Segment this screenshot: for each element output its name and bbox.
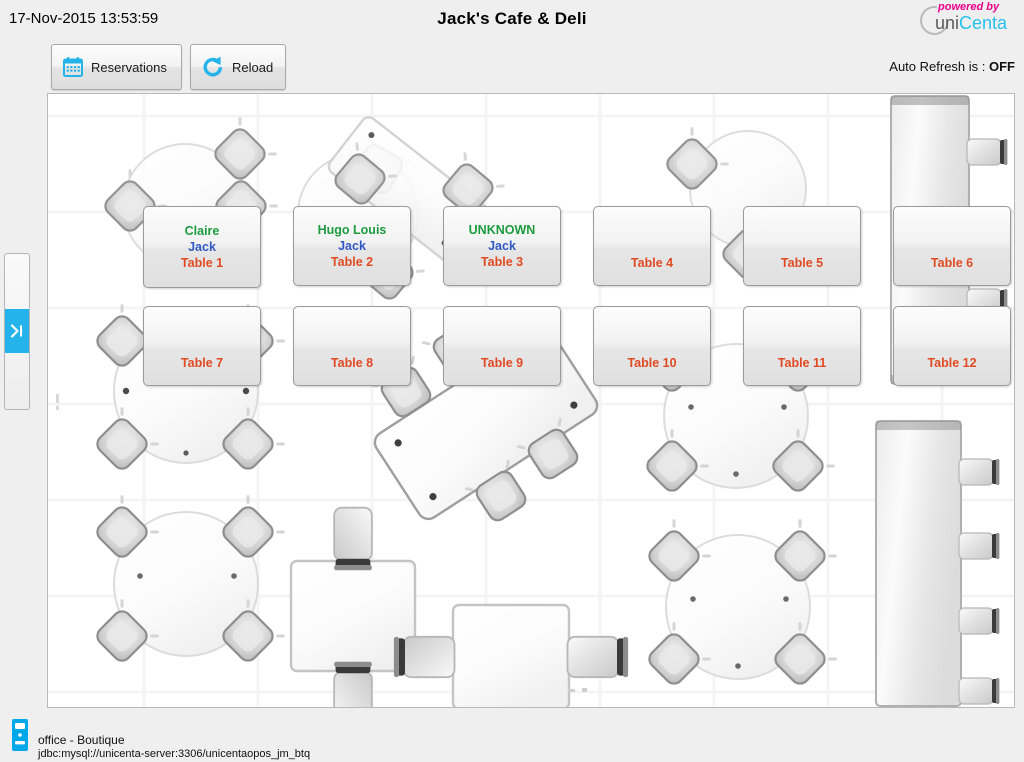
table-customer-name: UNKNOWN (468, 223, 536, 237)
status-bar: office - Boutique jdbc:mysql://unicenta-… (0, 712, 1024, 762)
table-waiter-name: Jack (488, 239, 516, 253)
auto-refresh-prefix: Auto Refresh is : (889, 59, 989, 74)
table-name-label: Table 4 (630, 256, 674, 270)
database-name: office - Boutique (38, 733, 125, 747)
logo-brand-centa: Centa (959, 13, 1008, 33)
table-card[interactable]: Table 4 (593, 206, 711, 286)
logo-powered-by-text: powered by (938, 1, 1000, 13)
table-name-label: Table 11 (777, 356, 827, 370)
sidebar-splitter[interactable] (4, 253, 30, 410)
table-name-label: Table 10 (627, 356, 677, 370)
page-title: Jack's Cafe & Deli (437, 9, 587, 28)
table-name-label: Table 8 (330, 356, 374, 370)
table-name-label: Table 7 (180, 356, 224, 370)
table-customer-name: Claire (184, 224, 220, 238)
table-name-label: Table 9 (480, 356, 524, 370)
floorplan-background-image (48, 94, 1014, 707)
table-waiter-name: Jack (188, 240, 216, 254)
logo-brand-text: uniCenta (935, 13, 1007, 34)
table-card[interactable]: Table 8 (293, 306, 411, 386)
table-name-label: Table 3 (480, 255, 524, 269)
table-customer-name: Hugo Louis (317, 223, 387, 237)
auto-refresh-value: OFF (989, 59, 1015, 74)
auto-refresh-status: Auto Refresh is : OFF (889, 59, 1015, 74)
database-icon (12, 719, 28, 751)
reload-button[interactable]: Reload (190, 44, 286, 90)
toolbar: Reservations Reload Auto Refresh is : OF… (0, 42, 1024, 92)
table-name-label: Table 1 (180, 256, 224, 270)
table-name-label: Table 12 (927, 356, 977, 370)
database-url: jdbc:mysql://unicenta-server:3306/unicen… (38, 748, 311, 760)
table-name-label: Table 6 (930, 256, 974, 270)
header-bar: 17-Nov-2015 13:53:59 Jack's Cafe & Deli … (0, 0, 1024, 41)
table-card[interactable]: Table 5 (743, 206, 861, 286)
reload-button-label: Reload (232, 59, 274, 75)
table-card[interactable]: Table 9 (443, 306, 561, 386)
reservations-button[interactable]: Reservations (51, 44, 182, 90)
table-card[interactable]: Table 6 (893, 206, 1011, 286)
table-name-label: Table 2 (330, 255, 374, 269)
floorplan-panel: Claire Jack Table 1 Hugo Louis Jack Table 2 UN… (47, 93, 1015, 708)
chevron-right-bar-icon (10, 324, 23, 338)
database-info: office - Boutique jdbc:mysql://unicenta-… (38, 733, 310, 761)
table-card[interactable]: Table 12 (893, 306, 1011, 386)
reservations-button-label: Reservations (91, 59, 167, 75)
logo-brand-uni: uni (935, 13, 960, 33)
table-card[interactable]: Table 10 (593, 306, 711, 386)
table-waiter-name: Jack (338, 239, 366, 253)
refresh-icon (203, 56, 223, 77)
table-card[interactable]: Table 7 (143, 306, 261, 386)
table-card[interactable]: UNKNOWN Jack Table 3 (443, 206, 561, 286)
calendar-icon (63, 57, 83, 77)
table-name-label: Table 5 (780, 256, 824, 270)
table-card[interactable]: Table 11 (743, 306, 861, 386)
app-window: 17-Nov-2015 13:53:59 Jack's Cafe & Deli … (0, 0, 1024, 762)
unicenta-logo: powered by uniCenta (914, 0, 1022, 41)
table-card[interactable]: Claire Jack Table 1 (143, 206, 261, 288)
table-card[interactable]: Hugo Louis Jack Table 2 (293, 206, 411, 286)
expand-sidebar-button[interactable] (5, 309, 29, 353)
